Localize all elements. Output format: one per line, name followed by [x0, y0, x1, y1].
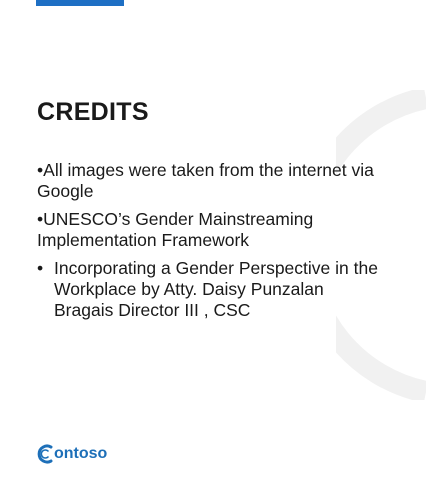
contoso-logo: ontoso [36, 443, 107, 465]
credit-text: Incorporating a Gender Perspective in th… [54, 258, 378, 320]
credit-item-images: •All images were taken from the internet… [37, 160, 387, 202]
logo-text: ontoso [54, 445, 108, 462]
credit-item-workplace: • Incorporating a Gender Perspective in t… [37, 258, 387, 321]
credits-list: • All images were taken from the internet… [37, 160, 387, 328]
bullet: • [37, 258, 44, 278]
credit-text: UNESCO’s Gender Mainstreaming Implementa… [37, 209, 314, 250]
credit-item-unesco: •UNESCO’s Gender Mainstreaming Implement… [37, 209, 387, 251]
contoso-c-logo-icon [37, 444, 53, 464]
slide-title: CREDITS [37, 98, 149, 126]
credit-text: All images were taken from the internet … [37, 160, 374, 201]
accent-bar [36, 0, 124, 6]
